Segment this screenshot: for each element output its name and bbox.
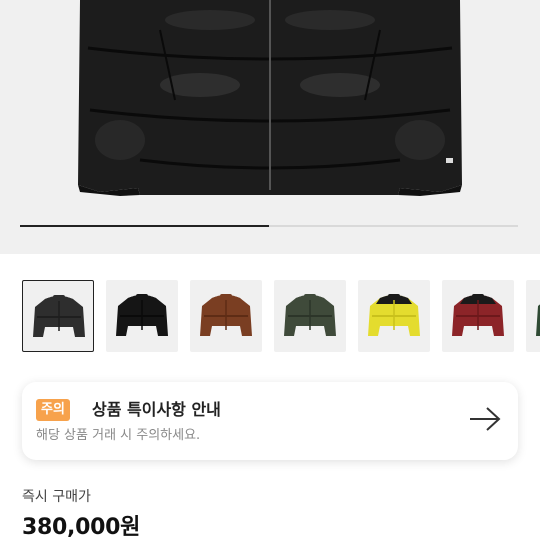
product-hero-image[interactable] xyxy=(0,0,540,254)
thumbnail-yellow[interactable] xyxy=(358,280,430,352)
thumbnail-green[interactable] xyxy=(274,280,346,352)
thumbnail-green[interactable] xyxy=(526,280,540,352)
gallery-progress-fill xyxy=(20,225,269,227)
jacket-thumbnail-icon xyxy=(284,294,336,336)
jacket-thumbnail-icon xyxy=(536,304,540,336)
jacket-thumbnail-icon xyxy=(200,294,252,336)
jacket-image xyxy=(78,0,462,196)
thumbnail-black[interactable] xyxy=(106,280,178,352)
jacket-thumbnail-icon xyxy=(116,294,168,336)
notice-title: 상품 특이사항 안내 xyxy=(92,400,221,419)
jacket-thumbnail-icon xyxy=(452,294,504,336)
color-thumbnail-strip[interactable] xyxy=(0,280,540,354)
thumbnail-red[interactable] xyxy=(442,280,514,352)
gallery-progress-bar xyxy=(20,225,518,227)
arrow-right-icon[interactable] xyxy=(468,406,502,432)
jacket-thumbnail-icon xyxy=(368,294,420,336)
notice-description: 해당 상품 거래 시 주의하세요. xyxy=(36,428,201,443)
notice-card[interactable]: 주의 상품 특이사항 안내 해당 상품 거래 시 주의하세요. xyxy=(22,382,518,460)
price-label: 즉시 구매가 xyxy=(22,489,91,505)
price-value: 380,000원 xyxy=(22,515,141,540)
jacket-thumbnail-icon xyxy=(33,295,85,337)
thumbnail-brown[interactable] xyxy=(190,280,262,352)
notice-badge: 주의 xyxy=(36,399,70,421)
thumbnail-black[interactable] xyxy=(22,280,94,352)
